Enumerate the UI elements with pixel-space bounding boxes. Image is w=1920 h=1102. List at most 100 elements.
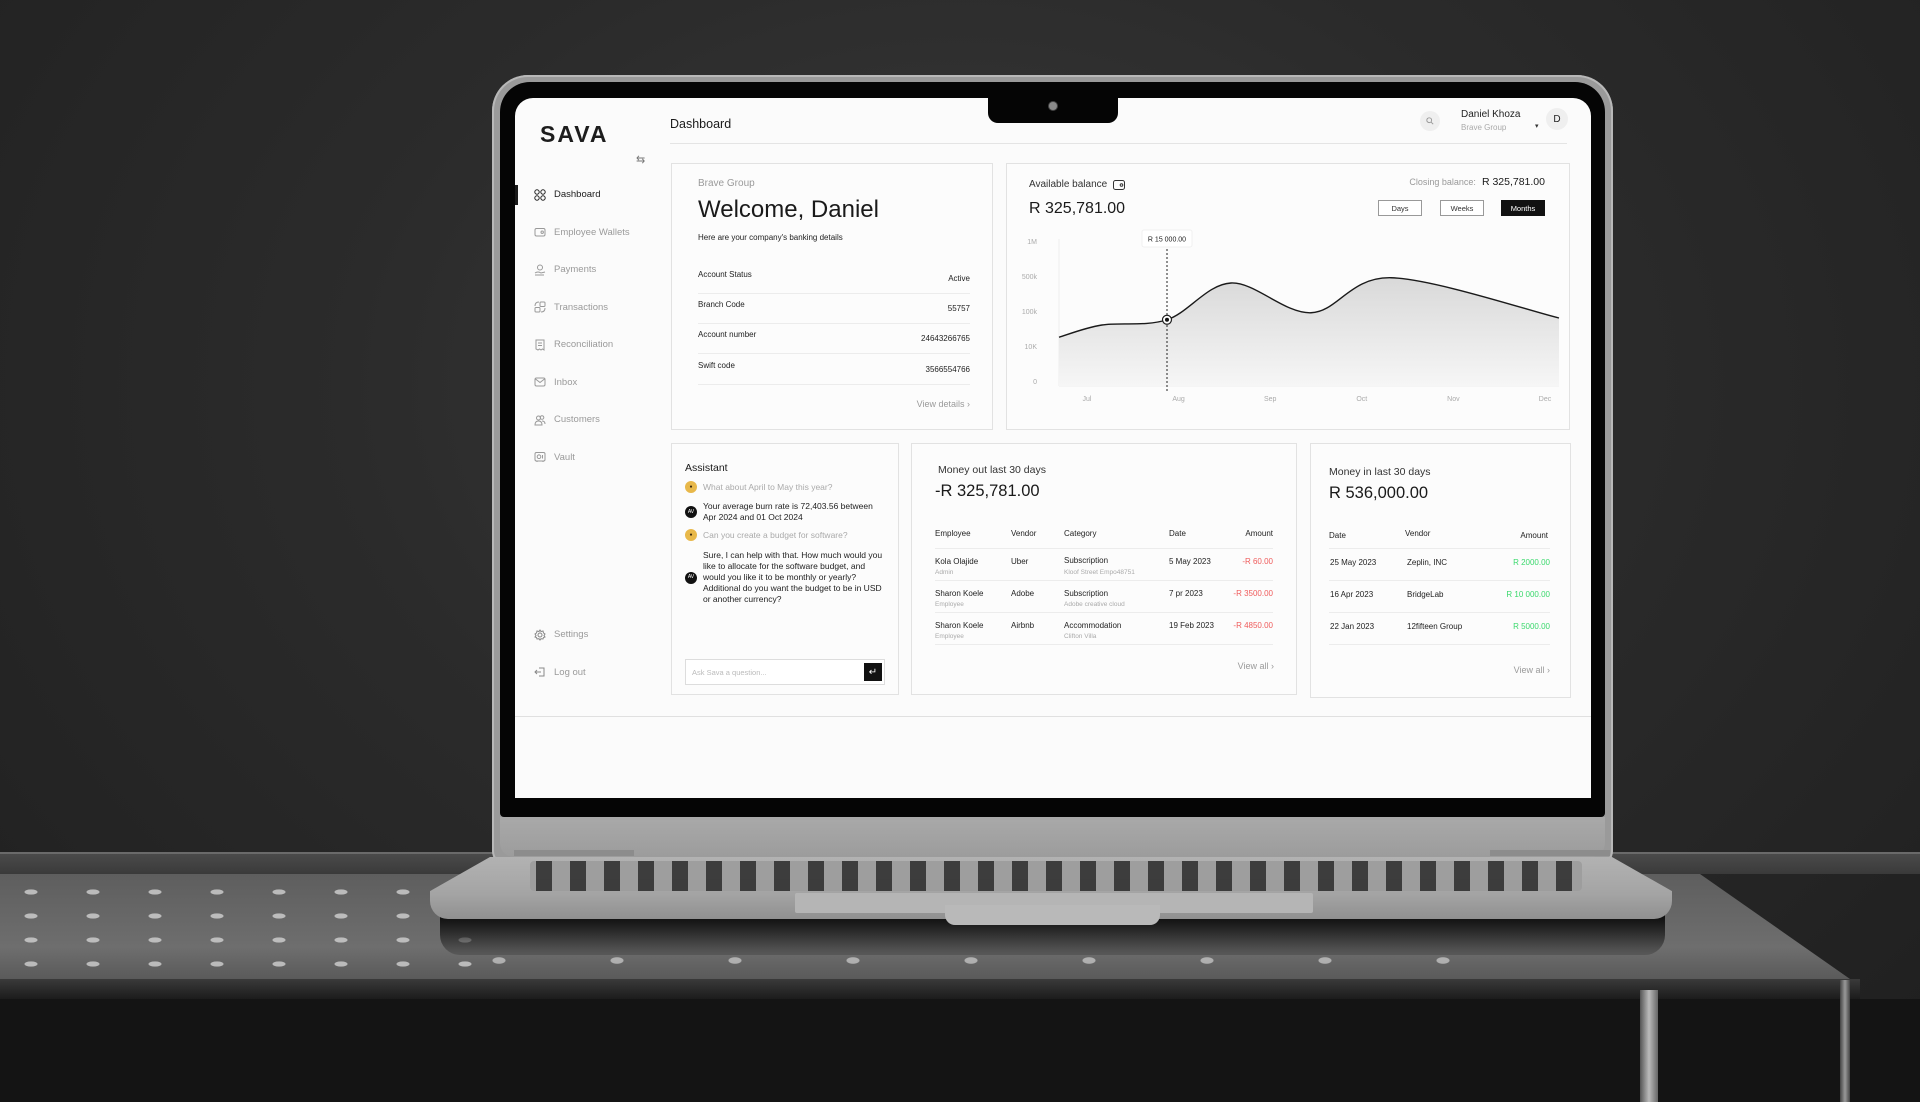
logout-icon (534, 666, 546, 678)
x-tick-label: Aug (1172, 396, 1185, 403)
row-vendor: Airbnb (1011, 621, 1035, 630)
message-text: Sure, I can help with that. How much wou… (703, 550, 883, 604)
user-name[interactable]: Daniel Khoza (1461, 109, 1520, 120)
lid-opening-notch (945, 905, 1160, 925)
money-in-value: R 536,000.00 (1329, 484, 1429, 502)
col-date: Date (1169, 529, 1186, 538)
tooltip-marker-dot (1165, 317, 1169, 322)
sidebar-item-employee-wallets[interactable]: Employee Wallets (515, 214, 665, 252)
tooltip-label: R 15 000.00 (1148, 237, 1186, 244)
row-date: 19 Feb 2023 (1169, 621, 1214, 630)
avatar[interactable]: D (1546, 108, 1568, 130)
row-employee: Kola Olajide (935, 557, 979, 566)
row-category: Subscription (1064, 589, 1109, 598)
caret-down-icon[interactable]: ▾ (1535, 122, 1539, 130)
search-icon (1426, 117, 1434, 125)
ask-input[interactable]: Ask Sava a question... ↵ (685, 659, 885, 685)
sidebar-item-transactions[interactable]: Transactions (515, 289, 665, 327)
detail-row-branch-code: Branch Code 55757 (698, 294, 970, 324)
y-tick-label: 500k (1022, 274, 1038, 281)
hinge-right (1490, 850, 1610, 856)
row-role: Employee (935, 601, 964, 608)
sidebar-item-reconciliation[interactable]: Reconciliation (515, 326, 665, 364)
row-vendor: 12fifteen Group (1407, 622, 1463, 631)
sidebar-item-dashboard[interactable]: Dashboard (515, 176, 665, 214)
row-employee: Sharon Koele (935, 589, 984, 598)
sidebar-item-customers[interactable]: Customers (515, 401, 665, 439)
view-details-label: View details (916, 399, 965, 409)
detail-value: 3566554766 (925, 365, 971, 374)
x-tick-label: Jul (1083, 396, 1092, 403)
sidebar-item-label: Customers (554, 414, 600, 426)
detail-value: 55757 (947, 304, 970, 313)
sidebar-item-logout[interactable]: Log out (515, 654, 665, 692)
swap-arrows-icon[interactable]: ⇆ (636, 153, 645, 166)
sidebar-item-label: Log out (554, 666, 586, 678)
sidebar-item-payments[interactable]: Payments (515, 251, 665, 289)
row-date: 25 May 2023 (1330, 558, 1377, 567)
detail-key: Account number (698, 330, 757, 339)
chevron-right-icon: › (1271, 661, 1274, 671)
row-role: Employee (935, 633, 964, 640)
x-tick-label: Oct (1356, 396, 1367, 403)
chevron-right-icon: › (1547, 665, 1550, 675)
row-amount: -R 3500.00 (1233, 589, 1273, 598)
row-amount: R 10 000.00 (1506, 590, 1550, 599)
assistant-card: Assistant ● What about April to May this… (671, 443, 899, 695)
row-date: 22 Jan 2023 (1330, 622, 1375, 631)
user-avatar-icon: ● (685, 529, 697, 541)
row-vendor: Adobe (1011, 589, 1035, 598)
balance-card: Available balance R 325,781.00 Closing b… (1006, 163, 1570, 430)
row-divider (1329, 580, 1550, 581)
sava-bot-icon: AV (685, 571, 697, 584)
row-category: Subscription (1064, 556, 1109, 565)
search-button[interactable] (1420, 111, 1440, 131)
sava-logo[interactable]: SAVA (540, 121, 609, 148)
desk-leg-back (1840, 980, 1850, 1102)
view-all-money-out-link[interactable]: View all › (1238, 661, 1274, 671)
send-button[interactable]: ↵ (864, 663, 882, 681)
sidebar-item-vault[interactable]: Vault (515, 439, 665, 477)
sidebar-item-label: Employee Wallets (554, 226, 630, 238)
view-details-link[interactable]: View details › (917, 399, 970, 409)
col-vendor: Vendor (1011, 529, 1037, 538)
chat-message-bot: AV Your average burn rate is 72,403.56 b… (685, 501, 885, 523)
user-org: Brave Group (1461, 123, 1507, 132)
chat-message-user: ● Can you create a budget for software? (685, 529, 885, 541)
user-avatar-icon: ● (685, 481, 697, 493)
money-out-value: -R 325,781.00 (935, 482, 1040, 500)
enter-icon: ↵ (868, 666, 878, 678)
view-all-money-in-link[interactable]: View all › (1514, 665, 1550, 675)
row-divider (1329, 612, 1550, 613)
desk-underside (0, 999, 1920, 1102)
wallet-icon (534, 226, 546, 238)
row-date: 7 pr 2023 (1169, 589, 1203, 598)
col-vendor: Vendor (1405, 529, 1431, 538)
mail-icon (534, 376, 546, 388)
welcome-title: Welcome, Daniel (698, 196, 879, 223)
x-tick-label: Dec (1539, 396, 1552, 403)
sidebar-item-label: Vault (554, 451, 575, 463)
row-divider (1329, 644, 1550, 645)
desk-front-edge (0, 979, 1860, 999)
sidebar-nav: Dashboard Employee Wallets Payments Tran… (515, 176, 665, 476)
chevron-right-icon: › (967, 399, 970, 409)
welcome-subtitle: Here are your company's banking details (698, 233, 843, 242)
view-all-label: View all (1513, 665, 1545, 675)
col-employee: Employee (935, 529, 971, 538)
row-category-detail: Adobe creative cloud (1064, 601, 1125, 608)
money-out-card: Money out last 30 days -R 325,781.00 Emp… (911, 443, 1297, 695)
sidebar-item-label: Payments (554, 264, 597, 276)
sidebar-item-settings[interactable]: Settings (515, 616, 665, 654)
sidebar-item-inbox[interactable]: Inbox (515, 364, 665, 402)
col-amount: Amount (1245, 529, 1273, 538)
detail-row-swift-code: Swift code 3566554766 (698, 355, 970, 385)
detail-value: 24643266765 (921, 334, 970, 343)
vault-icon (534, 451, 546, 463)
row-category-detail: Clifton Villa (1064, 633, 1097, 640)
col-amount: Amount (1520, 531, 1548, 540)
col-category: Category (1064, 529, 1097, 538)
keyboard (530, 861, 1582, 891)
message-text: What about April to May this year? (703, 481, 833, 492)
sidebar-item-label: Settings (554, 629, 589, 641)
